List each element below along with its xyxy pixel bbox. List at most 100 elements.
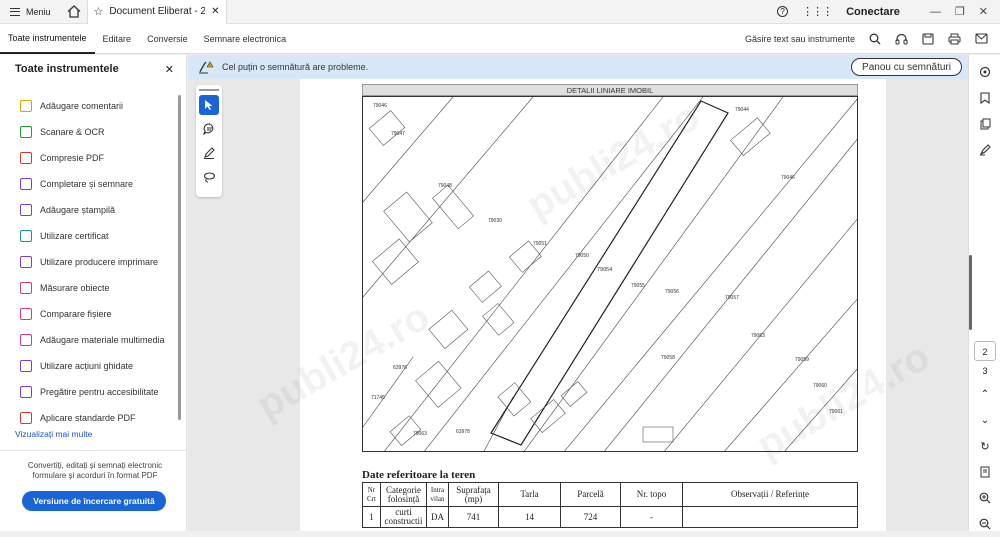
connect-button[interactable]: Conectare: [846, 6, 900, 18]
cell-area: 741: [448, 506, 499, 528]
search-tools-label[interactable]: Găsire text sau instrumente: [745, 34, 855, 44]
svg-text:79055: 79055: [631, 283, 645, 289]
close-window-icon[interactable]: ✕: [979, 5, 988, 18]
col-tarla: Tarla: [498, 482, 561, 507]
page-number-current[interactable]: 2: [974, 341, 996, 361]
tool-item-label: Pregătire pentru accesibilitate: [40, 387, 159, 397]
tool-item-label: Scanare & OCR: [40, 127, 105, 137]
cell-category: curti constructii: [380, 506, 427, 528]
page-info-icon[interactable]: [969, 459, 1000, 485]
tool-item[interactable]: Pregătire pentru accesibilitate: [20, 379, 180, 405]
zoom-in-icon[interactable]: [969, 485, 1000, 511]
print-icon[interactable]: [948, 33, 961, 45]
hamburger-icon: [10, 7, 20, 16]
tool-item[interactable]: Adăugare comentarii: [20, 93, 180, 119]
zoom-out-icon[interactable]: [969, 511, 1000, 537]
signature-warning-text: Cel puțin o semnătură are probleme.: [222, 62, 369, 72]
table-header-row: Nr Crt Categorie folosință Intra vilan S…: [362, 482, 858, 507]
tool-item-label: Comparare fișiere: [40, 309, 112, 319]
restore-icon[interactable]: ❐: [955, 5, 965, 18]
tools-list: Adăugare comentarii Scanare & OCR Compresi…: [20, 93, 180, 431]
cadastral-plan: 79046 79047 79048 79030 79051 79050 7905…: [363, 97, 857, 451]
tool-item[interactable]: Utilizare certificat: [20, 223, 180, 249]
star-icon[interactable]: ☆: [94, 5, 104, 18]
drag-handle[interactable]: [199, 89, 219, 91]
read-aloud-icon[interactable]: [895, 33, 908, 45]
tool-item[interactable]: Compresie PDF: [20, 145, 180, 171]
tool-item[interactable]: Utilizare producere imprimare: [20, 249, 180, 275]
tool-item[interactable]: Măsurare obiecte: [20, 275, 180, 301]
save-icon[interactable]: [922, 32, 934, 45]
tab-all-tools[interactable]: Toate instrumentele: [0, 24, 95, 54]
cell-parcel: 724: [560, 506, 621, 528]
comment-panel-icon[interactable]: [969, 59, 1000, 85]
pdf-tools-icon[interactable]: [969, 137, 1000, 163]
multimedia-icon: [20, 334, 32, 346]
comment-tool[interactable]: [199, 119, 219, 139]
sign-icon: [20, 178, 32, 190]
cell-nr: 1: [362, 506, 381, 528]
svg-text:79057: 79057: [725, 295, 739, 301]
apps-grid-icon[interactable]: ⋮⋮⋮: [802, 5, 833, 18]
signature-warning-bar: ! Cel puțin o semnătură are probleme. Pa…: [188, 55, 968, 79]
close-panel-icon[interactable]: ✕: [165, 63, 174, 76]
tab-convert[interactable]: Conversie: [139, 24, 196, 54]
col-category: Categorie folosință: [380, 482, 427, 507]
panel-scrollbar[interactable]: [178, 95, 181, 420]
tool-item[interactable]: Utilizare acțiuni ghidate: [20, 353, 180, 379]
pdf-standards-icon: [20, 412, 32, 424]
draw-tool[interactable]: [199, 143, 219, 163]
tab-edit[interactable]: Editare: [95, 24, 140, 54]
svg-text:79048: 79048: [438, 183, 452, 189]
tab-esign[interactable]: Semnare electronica: [196, 24, 295, 54]
col-intravilan: Intra vilan: [426, 482, 449, 507]
svg-text:79030: 79030: [488, 218, 502, 224]
document-scrollbar[interactable]: [969, 255, 972, 330]
pen-icon: [204, 147, 215, 159]
close-tab-icon[interactable]: ✕: [211, 6, 219, 17]
tool-item[interactable]: Adăugare materiale multimedia: [20, 327, 180, 353]
help-icon[interactable]: ?: [777, 6, 789, 17]
tool-item[interactable]: Aplicare standarde PDF: [20, 405, 180, 431]
tool-item[interactable]: Scanare & OCR: [20, 119, 180, 145]
stamp-icon: [20, 204, 32, 216]
tool-item[interactable]: Adăugare ștampilă: [20, 197, 180, 223]
free-trial-button[interactable]: Versiune de încercare gratuită: [22, 491, 166, 511]
bookmark-icon[interactable]: [969, 85, 1000, 111]
tab-title: Document Eliberat - 2...: [109, 6, 206, 17]
svg-text:79054: 79054: [597, 267, 612, 273]
comment-icon: [202, 123, 213, 135]
tool-item-label: Utilizare certificat: [40, 231, 109, 241]
rotate-icon[interactable]: ↻: [969, 433, 1000, 459]
document-tab[interactable]: ☆ Document Eliberat - 2... ✕: [86, 0, 227, 24]
tool-item-label: Măsurare obiecte: [40, 283, 110, 293]
page-number[interactable]: 3: [974, 361, 996, 381]
shape-tool[interactable]: [199, 167, 219, 187]
tool-item-label: Compresie PDF: [40, 153, 105, 163]
cursor-icon: [205, 100, 213, 110]
menu-button[interactable]: Meniu: [0, 0, 61, 24]
email-icon[interactable]: [975, 33, 988, 44]
compare-icon: [20, 308, 32, 320]
signature-panel-button[interactable]: Panou cu semnături: [851, 58, 962, 76]
chevron-up-icon[interactable]: ⌃: [969, 381, 1000, 407]
search-icon[interactable]: [869, 33, 881, 45]
svg-text:79047: 79047: [391, 131, 405, 137]
view-more-link[interactable]: Vizualizați mai multe: [15, 429, 92, 439]
svg-text:79059: 79059: [795, 357, 809, 363]
select-tool[interactable]: [199, 95, 219, 115]
home-button[interactable]: [61, 0, 87, 24]
title-bar: Meniu ☆ Document Eliberat - 2... ✕ ? ⋮⋮⋮…: [0, 0, 1000, 24]
chevron-down-icon[interactable]: ⌄: [969, 407, 1000, 433]
pages-icon[interactable]: [969, 111, 1000, 137]
svg-text:79046: 79046: [781, 175, 795, 181]
tool-item-label: Adăugare materiale multimedia: [40, 335, 165, 345]
document-viewer[interactable]: DETALII LINIARE IMOBIL 79046 79047 79048…: [188, 79, 968, 531]
tool-item[interactable]: Completare și semnare: [20, 171, 180, 197]
print-production-icon: [20, 256, 32, 268]
tool-item-label: Utilizare producere imprimare: [40, 257, 159, 267]
svg-text:79046: 79046: [373, 103, 387, 109]
minimize-icon[interactable]: —: [930, 6, 941, 18]
svg-text:63978: 63978: [456, 429, 470, 435]
tool-item[interactable]: Comparare fișiere: [20, 301, 180, 327]
